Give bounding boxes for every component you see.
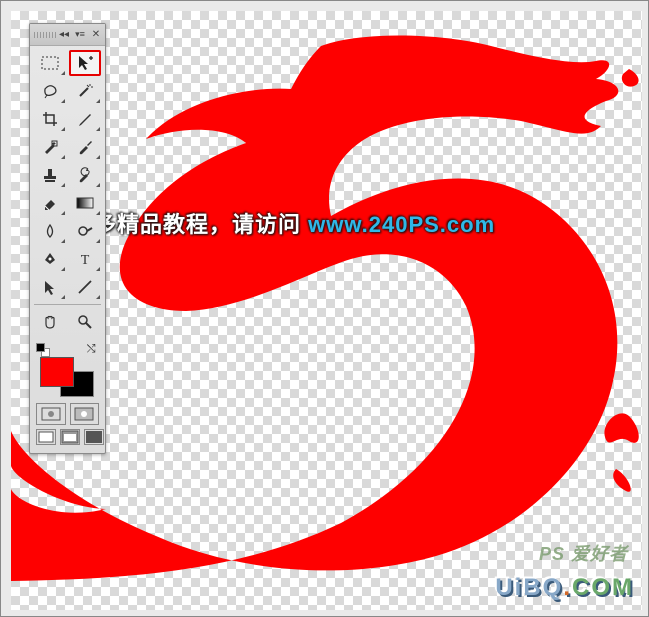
healing-brush-tool[interactable] bbox=[34, 134, 66, 160]
zoom-icon bbox=[76, 313, 94, 331]
healing-icon bbox=[41, 138, 59, 156]
magic-wand-tool[interactable] bbox=[69, 78, 101, 104]
foreground-color-swatch[interactable] bbox=[40, 357, 74, 387]
screen-mode-standard[interactable] bbox=[36, 429, 56, 445]
screen-fullmenu-icon bbox=[61, 430, 79, 444]
path-selection-tool[interactable] bbox=[34, 274, 66, 300]
type-icon: T bbox=[76, 250, 94, 268]
panel-grip-icon bbox=[34, 32, 58, 38]
pen-tool[interactable] bbox=[34, 246, 66, 272]
lasso-tool[interactable] bbox=[34, 78, 66, 104]
overlay-prefix: 更多精品教程，请访问 bbox=[71, 212, 308, 237]
tools-panel-header[interactable]: ◂◂ ▾≡ ✕ bbox=[30, 24, 105, 46]
watermark-uibq: UiBQ.COM bbox=[495, 574, 634, 602]
blur-icon bbox=[41, 222, 59, 240]
eyedropper-tool[interactable] bbox=[69, 106, 101, 132]
tutorial-overlay-text: 更多精品教程，请访问 www.240PS.com bbox=[71, 207, 495, 239]
eraser-icon bbox=[41, 194, 59, 212]
panel-collapse-button[interactable]: ◂◂ bbox=[57, 27, 71, 41]
dodge-icon bbox=[76, 222, 94, 240]
dodge-tool[interactable] bbox=[69, 218, 101, 244]
history-brush-tool[interactable] bbox=[69, 162, 101, 188]
line-icon bbox=[76, 278, 94, 296]
gradient-icon bbox=[76, 196, 94, 210]
eyedropper-icon bbox=[76, 110, 94, 128]
wand-icon bbox=[76, 82, 94, 100]
tool-grid: T bbox=[30, 46, 105, 339]
move-tool[interactable] bbox=[69, 50, 101, 76]
brush-icon bbox=[76, 138, 94, 156]
screen-mode-fullmenu[interactable] bbox=[60, 429, 80, 445]
svg-text:T: T bbox=[80, 253, 89, 268]
marquee-icon bbox=[41, 56, 59, 70]
clone-stamp-tool[interactable] bbox=[34, 162, 66, 188]
quickmask-mode-button[interactable] bbox=[70, 403, 100, 425]
marquee-tool[interactable] bbox=[34, 50, 66, 76]
pen-icon bbox=[41, 250, 59, 268]
hand-tool[interactable] bbox=[34, 309, 66, 335]
swap-colors-button[interactable]: ⤭ bbox=[87, 343, 96, 356]
lasso-icon bbox=[41, 83, 59, 99]
standard-mode-icon bbox=[40, 406, 62, 422]
tools-panel[interactable]: ◂◂ ▾≡ ✕ bbox=[29, 23, 106, 454]
overlay-url: www.240PS.com bbox=[308, 212, 495, 237]
crop-icon bbox=[41, 110, 59, 128]
color-swatches[interactable]: ⤭ bbox=[34, 343, 102, 397]
path-arrow-icon bbox=[41, 278, 59, 296]
screen-standard-icon bbox=[37, 430, 55, 444]
eraser-tool[interactable] bbox=[34, 190, 66, 216]
panel-close-button[interactable]: ✕ bbox=[89, 27, 103, 41]
stamp-icon bbox=[41, 166, 59, 184]
blur-tool[interactable] bbox=[34, 218, 66, 244]
type-tool[interactable]: T bbox=[69, 246, 101, 272]
screen-mode-full[interactable] bbox=[84, 429, 104, 445]
line-tool[interactable] bbox=[69, 274, 101, 300]
standard-mode-button[interactable] bbox=[36, 403, 66, 425]
brush-tool[interactable] bbox=[69, 134, 101, 160]
crop-tool[interactable] bbox=[34, 106, 66, 132]
default-colors-button[interactable] bbox=[36, 343, 50, 357]
zoom-tool[interactable] bbox=[69, 309, 101, 335]
hand-icon bbox=[41, 313, 59, 331]
move-icon bbox=[76, 54, 94, 72]
screen-mode-row bbox=[30, 427, 105, 453]
gradient-tool[interactable] bbox=[69, 190, 101, 216]
quickmask-row bbox=[30, 399, 105, 427]
history-brush-icon bbox=[76, 166, 94, 184]
panel-menu-button[interactable]: ▾≡ bbox=[73, 27, 87, 41]
screen-full-icon bbox=[85, 430, 103, 444]
app-frame: 更多精品教程，请访问 www.240PS.com PS 爱好者 UiBQ.COM… bbox=[0, 0, 649, 617]
watermark-ps: PS 爱好者 bbox=[539, 540, 628, 566]
quickmask-icon bbox=[73, 406, 95, 422]
